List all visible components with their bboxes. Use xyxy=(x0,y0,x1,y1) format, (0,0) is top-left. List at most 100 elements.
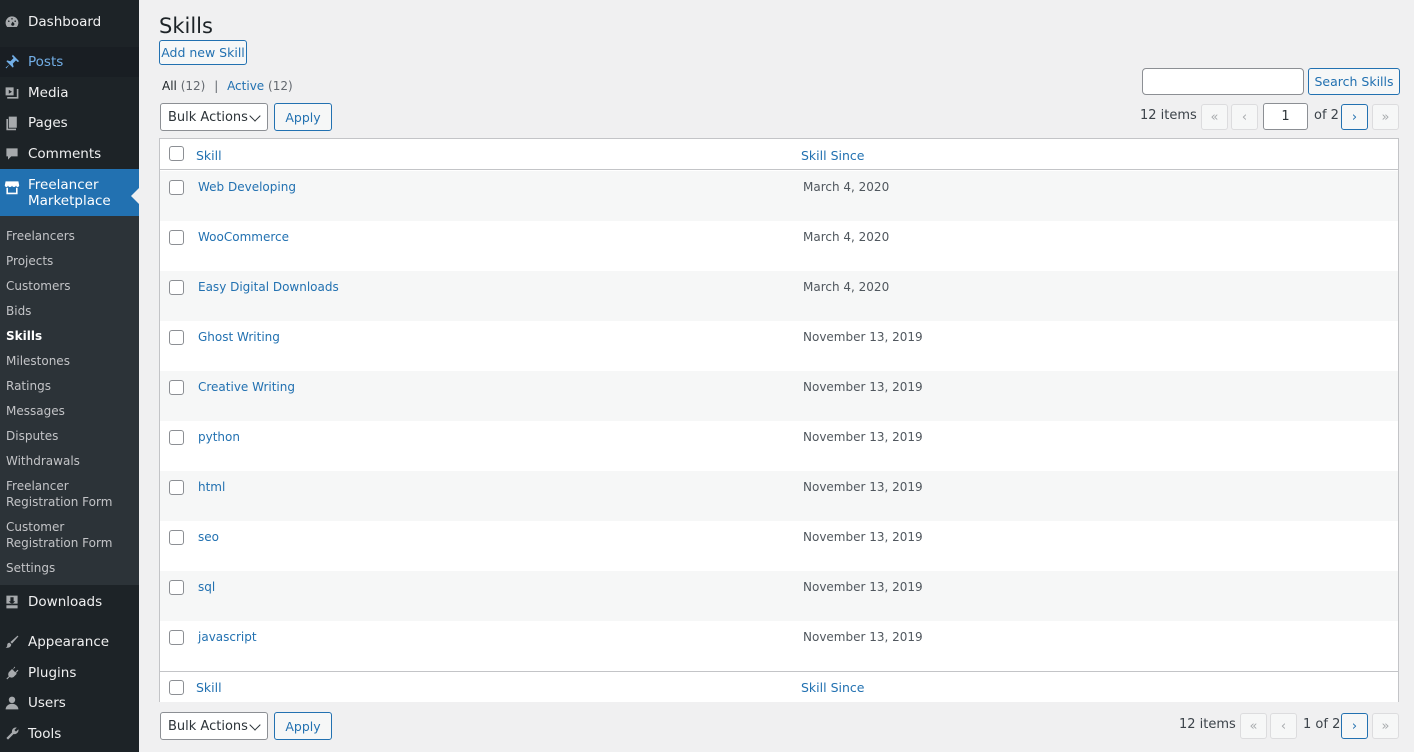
row-checkbox[interactable] xyxy=(169,630,184,645)
next-page-button[interactable]: › xyxy=(1341,104,1368,130)
row-checkbox[interactable] xyxy=(169,430,184,445)
submenu-freelancers[interactable]: Freelancers xyxy=(6,228,134,244)
prev-page-button: ‹ xyxy=(1231,104,1258,130)
row-checkbox[interactable] xyxy=(169,280,184,295)
skill-name-link[interactable]: sql xyxy=(198,580,215,594)
current-page-input[interactable]: 1 xyxy=(1263,103,1308,130)
skill-name-link[interactable]: WooCommerce xyxy=(198,230,289,244)
column-skill-since-footer[interactable]: Skill Since xyxy=(801,680,864,695)
current-menu-arrow xyxy=(131,188,139,204)
menu-tools[interactable]: Tools xyxy=(0,722,139,746)
menu-appearance-label: Appearance xyxy=(28,634,110,650)
skill-name-link[interactable]: Web Developing xyxy=(198,180,296,194)
search-skills-button[interactable]: Search Skills xyxy=(1308,68,1400,95)
select-all-checkbox[interactable] xyxy=(169,146,184,161)
skill-name-link[interactable]: python xyxy=(198,430,240,444)
items-count-top: 12 items xyxy=(1140,108,1197,123)
submenu-customer-registration-form[interactable]: Customer Registration Form xyxy=(6,519,134,551)
menu-appearance[interactable]: Appearance xyxy=(0,630,139,654)
submenu-withdrawals[interactable]: Withdrawals xyxy=(6,453,134,469)
select-all-checkbox-footer[interactable] xyxy=(169,680,184,695)
skill-name-link[interactable]: Easy Digital Downloads xyxy=(198,280,339,294)
column-skill-footer[interactable]: Skill xyxy=(196,680,222,695)
first-page-button-bottom: « xyxy=(1240,713,1267,739)
column-skill[interactable]: Skill xyxy=(196,148,222,163)
skill-since-date: November 13, 2019 xyxy=(803,330,923,344)
filter-active-link[interactable]: Active xyxy=(227,79,264,93)
items-count-bottom: 12 items xyxy=(1179,717,1236,732)
skills-table: Skill Skill Since Web Developing March 4… xyxy=(159,138,1399,702)
user-icon xyxy=(2,693,22,713)
add-new-skill-button[interactable]: Add new Skill xyxy=(159,40,247,65)
skill-name-link[interactable]: Ghost Writing xyxy=(198,330,280,344)
pages-icon xyxy=(2,113,22,133)
table-row: javascript November 13, 2019 xyxy=(160,621,1398,671)
row-checkbox[interactable] xyxy=(169,530,184,545)
skill-name-link[interactable]: Creative Writing xyxy=(198,380,295,394)
row-checkbox[interactable] xyxy=(169,580,184,595)
menu-media[interactable]: Media xyxy=(0,81,139,105)
submenu-milestones[interactable]: Milestones xyxy=(6,353,134,369)
filter-all-label[interactable]: All xyxy=(162,79,177,93)
skill-since-date: March 4, 2020 xyxy=(803,230,890,244)
menu-downloads[interactable]: Downloads xyxy=(0,590,139,614)
skill-name-link[interactable]: javascript xyxy=(198,630,257,644)
dashboard-icon xyxy=(2,12,22,32)
menu-tools-label: Tools xyxy=(28,726,62,742)
freelancer-submenu: Freelancers Projects Customers Bids Skil… xyxy=(0,216,139,585)
submenu-disputes[interactable]: Disputes xyxy=(6,428,134,444)
skill-since-date: March 4, 2020 xyxy=(803,280,890,294)
skill-name-link[interactable]: html xyxy=(198,480,225,494)
table-row: Creative Writing November 13, 2019 xyxy=(160,371,1398,421)
filter-separator: | xyxy=(214,79,219,93)
bulk-actions-select-bottom[interactable]: Bulk Actions xyxy=(160,712,268,740)
download-icon xyxy=(2,592,22,612)
submenu-skills[interactable]: Skills xyxy=(6,328,134,344)
column-skill-since[interactable]: Skill Since xyxy=(801,148,864,163)
store-icon xyxy=(2,177,22,197)
row-checkbox[interactable] xyxy=(169,330,184,345)
submenu-projects[interactable]: Projects xyxy=(6,253,134,269)
skill-since-date: November 13, 2019 xyxy=(803,530,923,544)
next-page-button-bottom[interactable]: › xyxy=(1341,713,1368,739)
pushpin-icon xyxy=(2,52,22,72)
row-checkbox[interactable] xyxy=(169,180,184,195)
paintbrush-icon xyxy=(2,632,22,652)
skill-since-date: March 4, 2020 xyxy=(803,180,890,194)
menu-users-label: Users xyxy=(28,695,66,711)
submenu-messages[interactable]: Messages xyxy=(6,403,134,419)
skill-since-date: November 13, 2019 xyxy=(803,630,923,644)
menu-freelancer-marketplace-label: Freelancer Marketplace xyxy=(28,177,111,209)
menu-dashboard[interactable]: Dashboard xyxy=(0,10,139,34)
menu-users[interactable]: Users xyxy=(0,691,139,715)
last-page-button-bottom: » xyxy=(1372,713,1399,739)
menu-dashboard-label: Dashboard xyxy=(28,14,102,30)
skill-since-date: November 13, 2019 xyxy=(803,380,923,394)
admin-sidebar: Dashboard Posts Media Pages Comments Fre… xyxy=(0,0,139,752)
search-input[interactable] xyxy=(1142,68,1304,95)
submenu-bids[interactable]: Bids xyxy=(6,303,134,319)
menu-posts[interactable]: Posts xyxy=(0,50,139,74)
bulk-actions-select-top[interactable]: Bulk Actions xyxy=(160,103,268,131)
menu-plugins-label: Plugins xyxy=(28,665,77,681)
prev-page-button-bottom: ‹ xyxy=(1270,713,1297,739)
submenu-ratings[interactable]: Ratings xyxy=(6,378,134,394)
comment-icon xyxy=(2,144,22,164)
row-checkbox[interactable] xyxy=(169,380,184,395)
menu-freelancer-marketplace[interactable]: Freelancer Marketplace xyxy=(0,169,139,216)
apply-button-top[interactable]: Apply xyxy=(274,103,332,131)
submenu-customers[interactable]: Customers xyxy=(6,278,134,294)
menu-pages[interactable]: Pages xyxy=(0,111,139,135)
skill-name-link[interactable]: seo xyxy=(198,530,219,544)
last-page-button: » xyxy=(1372,104,1399,130)
apply-button-bottom[interactable]: Apply xyxy=(274,712,332,740)
row-checkbox[interactable] xyxy=(169,480,184,495)
submenu-freelancer-registration-form[interactable]: Freelancer Registration Form xyxy=(6,478,134,510)
menu-comments[interactable]: Comments xyxy=(0,142,139,166)
table-footer: Skill Skill Since xyxy=(160,671,1398,702)
row-checkbox[interactable] xyxy=(169,230,184,245)
table-row: sql November 13, 2019 xyxy=(160,571,1398,621)
bulk-actions-value: Bulk Actions xyxy=(168,109,248,125)
submenu-settings[interactable]: Settings xyxy=(6,560,134,576)
menu-plugins[interactable]: Plugins xyxy=(0,661,139,685)
